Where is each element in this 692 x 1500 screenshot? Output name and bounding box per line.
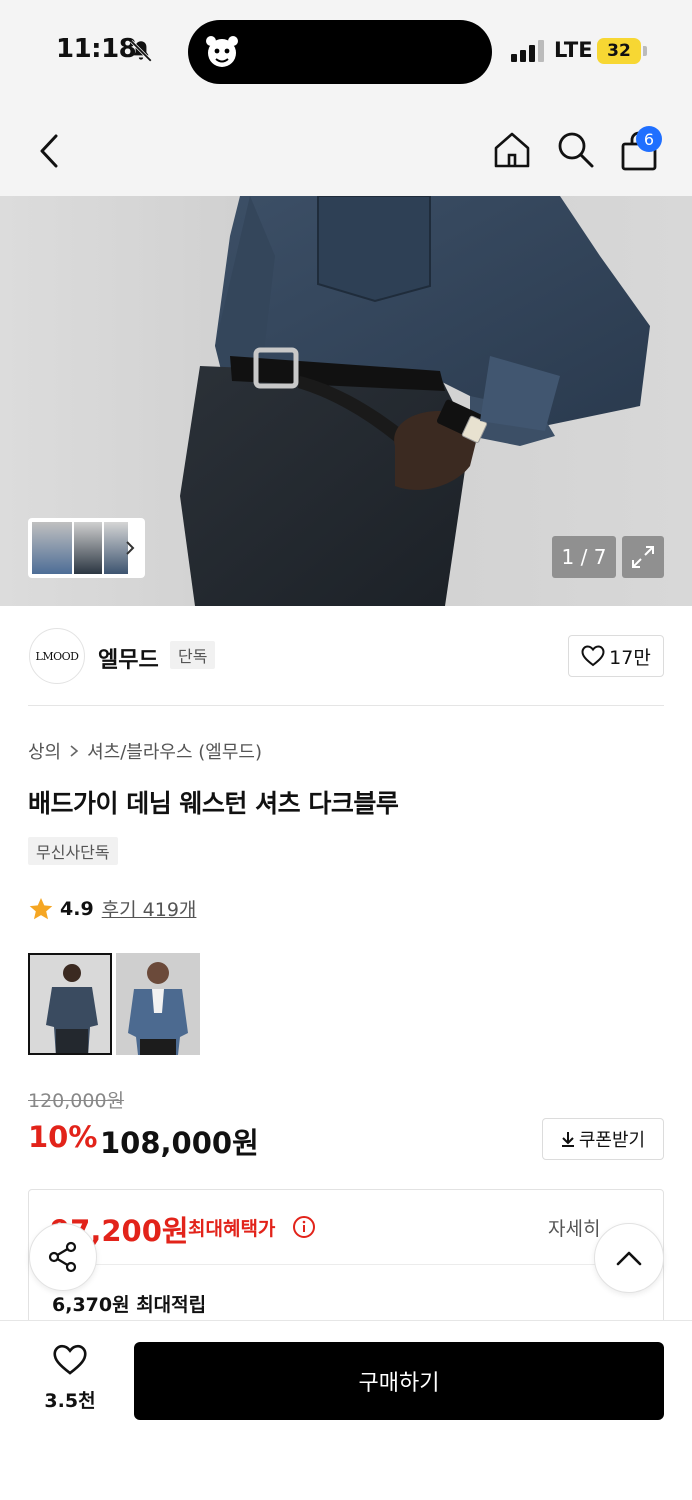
gallery-thumbnail-strip[interactable]: [28, 518, 145, 578]
info-icon[interactable]: [292, 1215, 316, 1239]
color-variant-2[interactable]: [116, 953, 200, 1055]
share-icon: [48, 1241, 77, 1273]
wishlist-count: 3.5천: [44, 1390, 96, 1412]
battery-tip: [643, 46, 647, 56]
coupon-label: 쿠폰받기: [578, 1130, 646, 1151]
review-link[interactable]: 후기 419개: [102, 895, 197, 922]
status-bar: 11:18 LTE 32: [0, 0, 692, 104]
breadcrumb-item-category[interactable]: 상의: [28, 738, 61, 764]
chevron-right-icon: [126, 541, 135, 555]
wishlist-button[interactable]: 3.5천: [30, 1344, 110, 1413]
star-icon: [29, 897, 53, 919]
rating-row: 4.9 후기 419개: [28, 895, 196, 922]
variant-1-image: [30, 955, 110, 1053]
benefit-divider: [50, 1264, 642, 1265]
battery-indicator: 32: [597, 38, 641, 64]
chevron-up-icon: [616, 1251, 642, 1266]
rating-score: 4.9: [60, 897, 94, 920]
heart-icon: [53, 1344, 87, 1375]
status-time: 11:18: [56, 34, 137, 64]
brand-like-button[interactable]: 17만: [568, 635, 664, 677]
expand-icon: [632, 546, 654, 568]
breadcrumb: 상의 셔츠/블라우스 (엘무드): [28, 738, 262, 764]
original-price: 120,000원: [28, 1090, 125, 1112]
download-icon: [561, 1132, 574, 1147]
coupon-download-button[interactable]: 쿠폰받기: [542, 1118, 664, 1160]
home-icon[interactable]: [492, 130, 532, 170]
search-icon[interactable]: [556, 130, 596, 170]
sale-price: 108,000원: [100, 1126, 259, 1160]
signal-icon: [511, 40, 544, 62]
top-nav: [0, 104, 692, 196]
dynamic-island: [188, 20, 492, 84]
app-activity-icon: [206, 36, 238, 67]
buy-button[interactable]: 구매하기: [134, 1342, 664, 1420]
image-counter: 1 / 7: [552, 536, 616, 578]
network-type: LTE: [554, 38, 593, 62]
chevron-right-icon: [70, 745, 79, 757]
variant-2-image: [116, 953, 200, 1055]
cart-count-badge: 6: [636, 126, 662, 152]
thumbnail-1: [32, 522, 72, 574]
musinsa-exclusive-tag: 무신사단독: [28, 837, 118, 865]
max-benefit-label: 최대혜택가: [188, 1218, 276, 1240]
benefit-detail-link[interactable]: 자세히: [548, 1214, 600, 1241]
bell-off-icon: [130, 40, 152, 62]
expand-button[interactable]: [622, 536, 664, 578]
breadcrumb-item-subcategory[interactable]: 셔츠/블라우스 (엘무드): [87, 738, 262, 764]
discount-rate: 10%: [28, 1120, 98, 1154]
brand-logo[interactable]: LMOOD: [29, 628, 85, 684]
divider: [28, 705, 664, 706]
brand-exclusive-tag: 단독: [170, 641, 216, 669]
scroll-top-button[interactable]: [594, 1223, 664, 1293]
product-title: 배드가이 데님 웨스턴 셔츠 다크블루: [28, 789, 399, 818]
color-variant-1[interactable]: [28, 953, 112, 1055]
share-button[interactable]: [29, 1223, 97, 1291]
thumbnail-2: [74, 522, 102, 574]
brand-like-count: 17만: [609, 646, 651, 669]
heart-icon: [581, 645, 605, 667]
back-icon[interactable]: [36, 134, 64, 168]
brand-name[interactable]: 엘무드: [98, 642, 159, 674]
max-points: 6,370원 최대적립: [52, 1294, 207, 1316]
